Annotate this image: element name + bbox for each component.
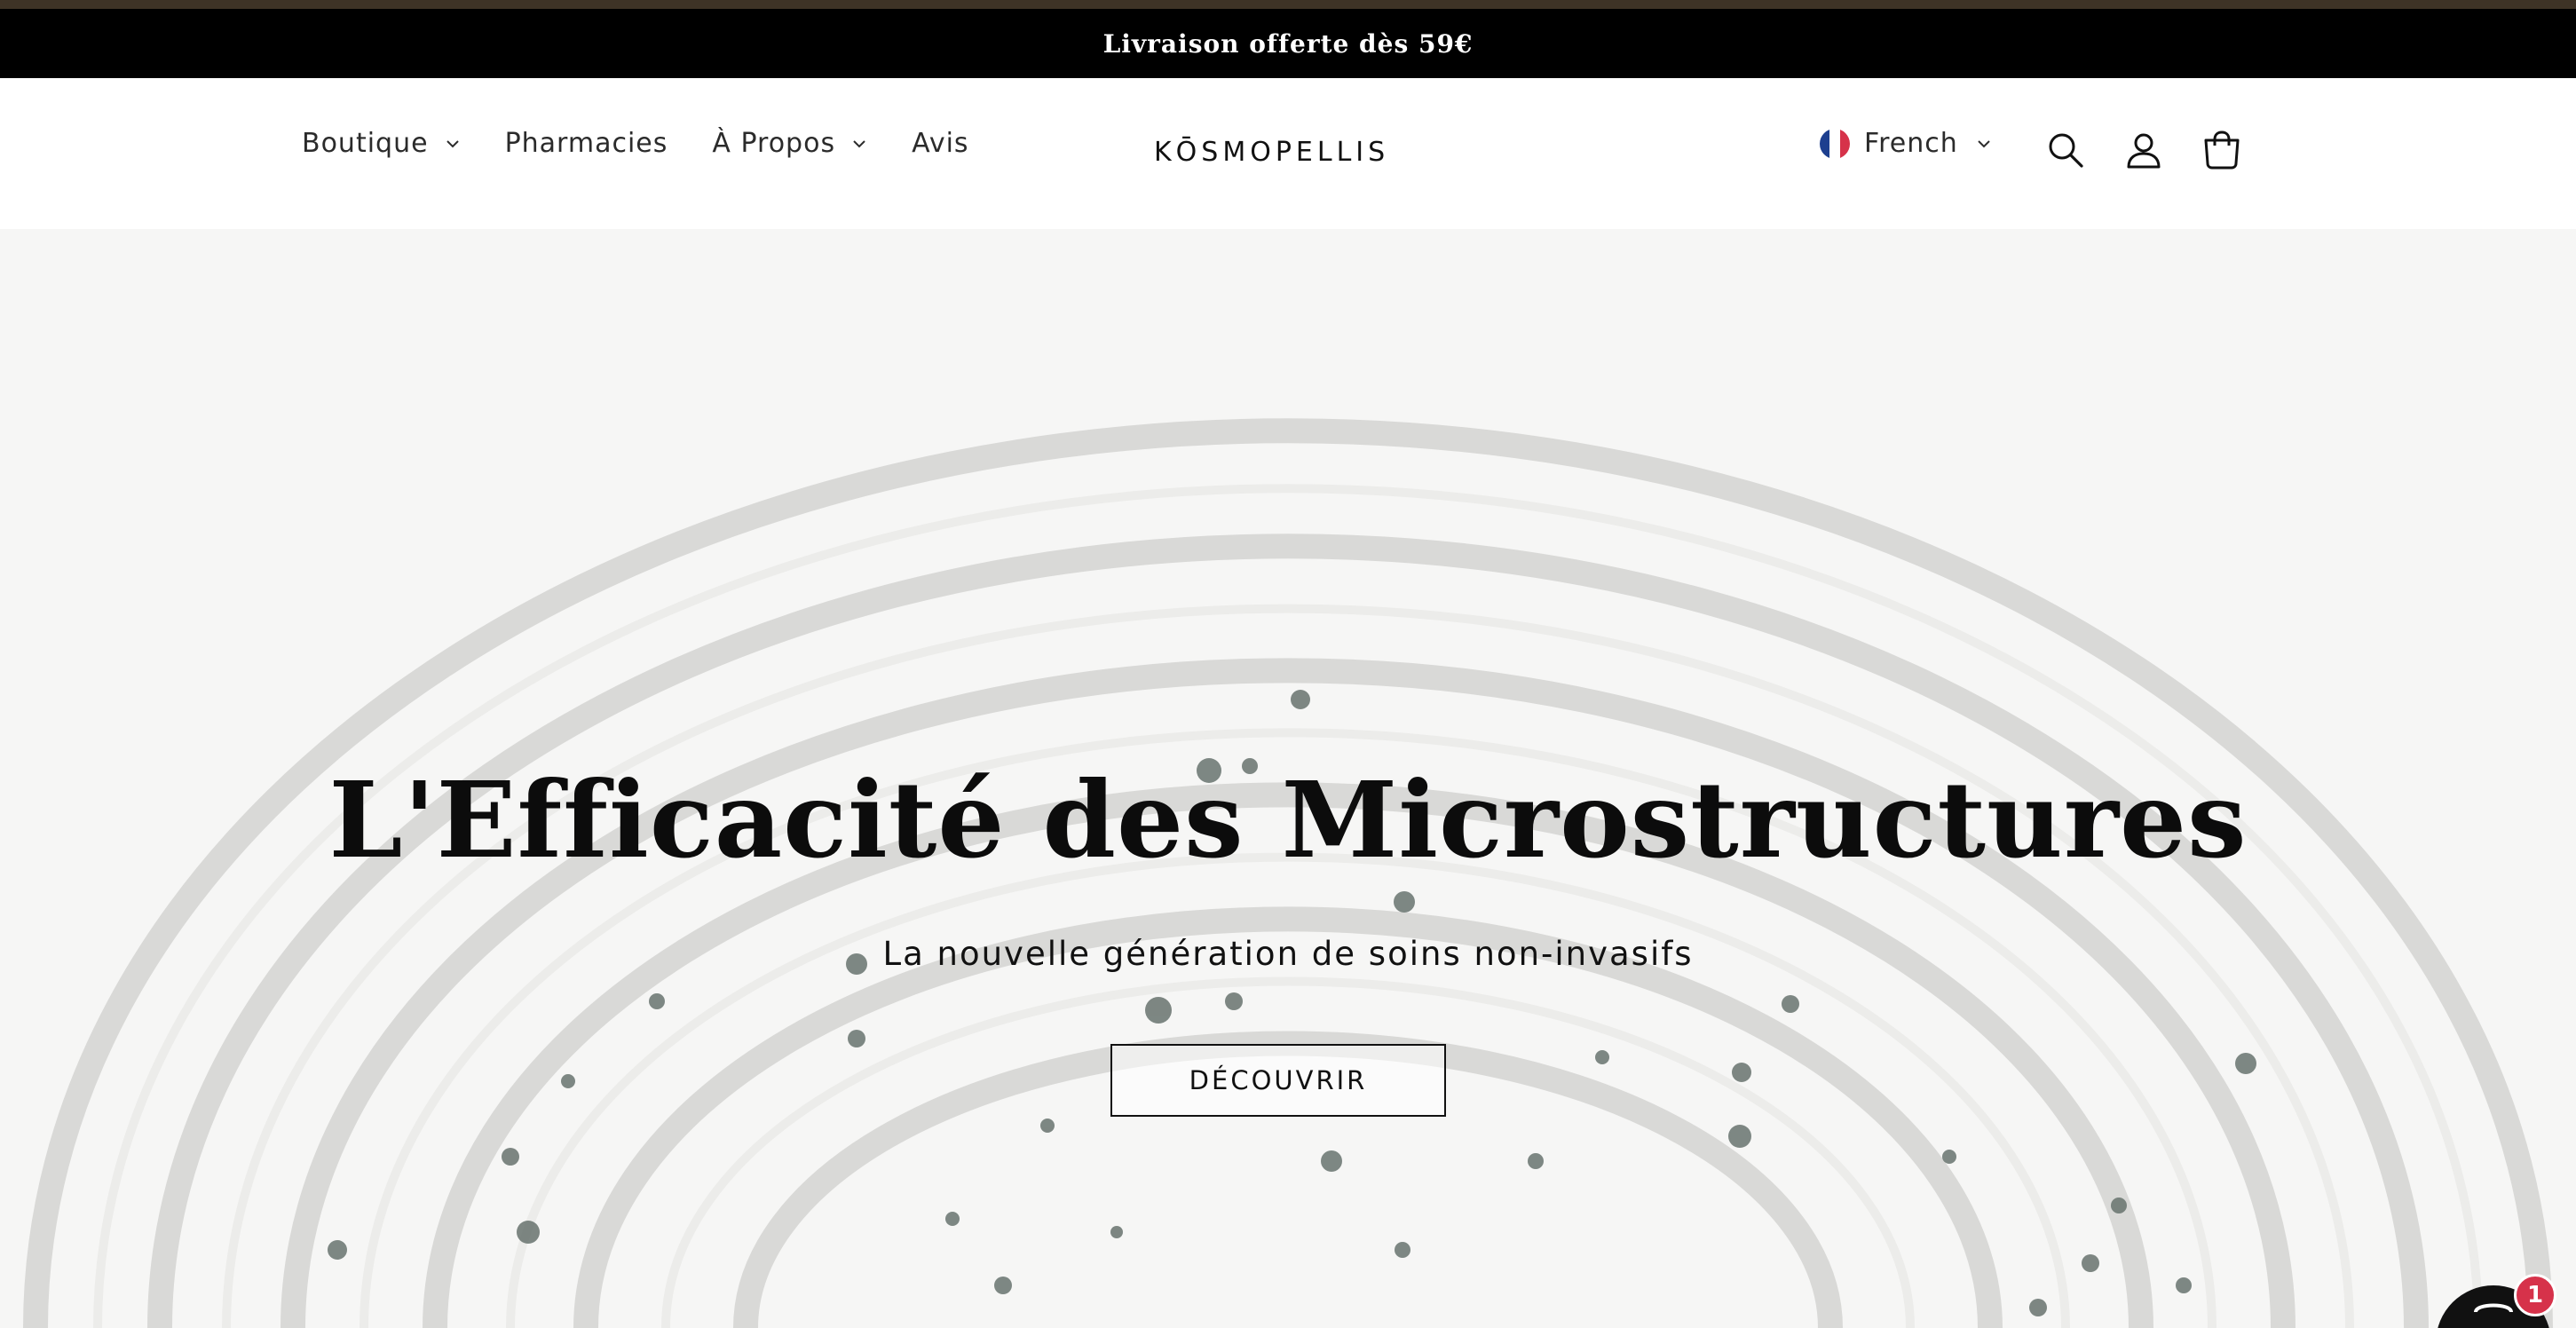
chat-notification-badge: 1	[2514, 1274, 2556, 1316]
language-selector[interactable]: French	[1820, 128, 1992, 159]
hero-subtitle: La nouvelle génération de soins non-inva…	[882, 935, 1694, 973]
site-logo[interactable]: KŌSMOPELLIS	[1154, 137, 1389, 168]
nav-item-avis[interactable]: Avis	[912, 128, 968, 159]
language-label: French	[1864, 128, 1958, 159]
discover-button[interactable]: DÉCOUVRIR	[1110, 1044, 1446, 1117]
chevron-down-icon	[446, 139, 459, 147]
cart-icon	[2204, 130, 2240, 170]
nav-item-label: Pharmacies	[504, 128, 668, 159]
nav-item-pharmacies[interactable]: Pharmacies	[505, 128, 668, 159]
nav-item-label: Boutique	[302, 128, 429, 159]
nav-item-label: À Propos	[712, 128, 836, 159]
nav-item-a-propos[interactable]: À Propos	[712, 128, 867, 159]
cart-button[interactable]	[2200, 128, 2244, 172]
nav-item-label: Avis	[912, 128, 969, 159]
search-icon	[2049, 133, 2083, 168]
announcement-bar: Livraison offerte dès 59€	[0, 9, 2576, 78]
main-nav: Boutique Pharmacies À Propos Avis	[302, 128, 1014, 159]
top-accent-strip	[0, 0, 2576, 9]
hero-banner: L'Efficacité des Microstructures La nouv…	[0, 229, 2576, 1328]
chevron-down-icon	[1978, 139, 1990, 147]
announcement-text: Livraison offerte dès 59€	[1102, 28, 1474, 59]
france-flag-icon	[1820, 128, 1850, 159]
account-button[interactable]	[2122, 128, 2166, 172]
hero-title: L'Efficacité des Microstructures	[328, 758, 2248, 881]
chevron-down-icon	[853, 139, 865, 147]
nav-item-boutique[interactable]: Boutique	[302, 128, 461, 159]
search-button[interactable]	[2043, 128, 2088, 172]
site-header: Boutique Pharmacies À Propos Avis KŌSMOP…	[0, 78, 2576, 229]
account-icon	[2127, 133, 2161, 169]
